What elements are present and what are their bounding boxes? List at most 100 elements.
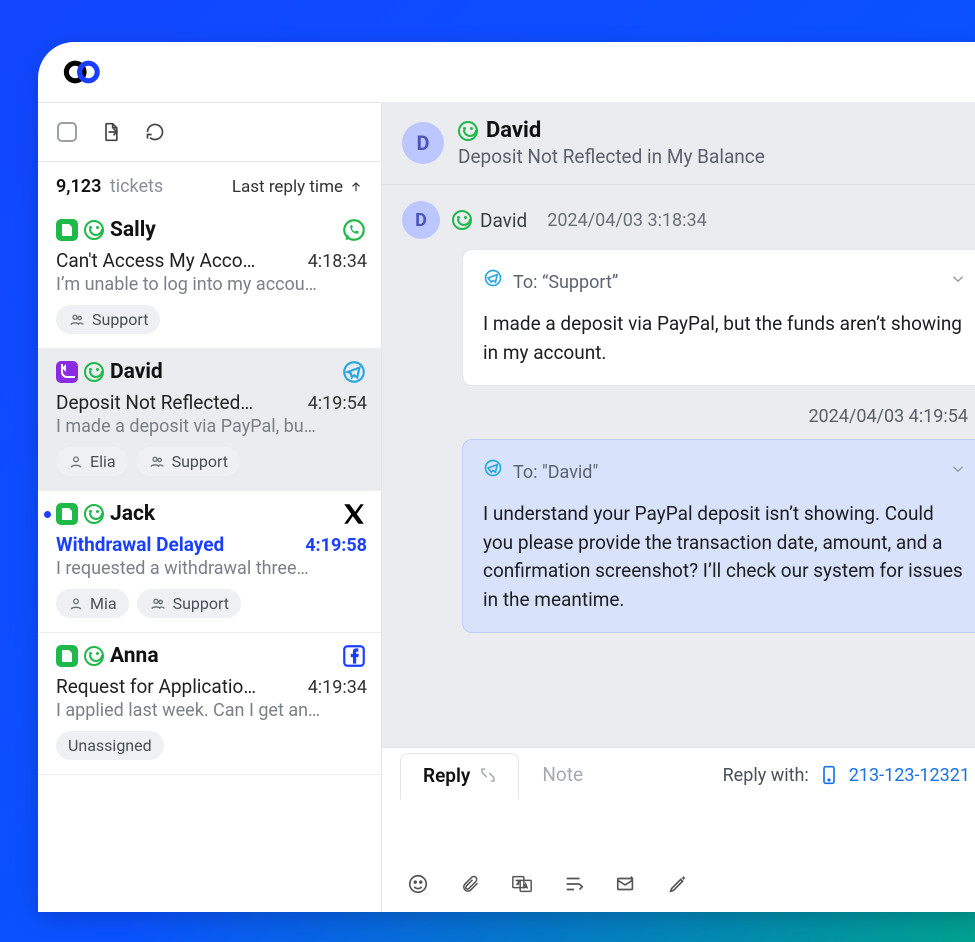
ticket-subject: Deposit Not Reflected… (56, 391, 298, 414)
whatsapp-icon (341, 217, 367, 243)
sort-control[interactable]: Last reply time (232, 177, 363, 197)
chip-label: Support (173, 594, 229, 613)
mood-icon (84, 504, 104, 524)
ticket-name: Sally (110, 218, 156, 242)
assignee-chip[interactable]: Unassigned (56, 731, 164, 760)
chevron-down-icon[interactable] (949, 269, 967, 296)
ticket-name: David (110, 360, 163, 384)
export-icon[interactable] (100, 121, 122, 143)
ticket-name: Anna (110, 644, 159, 668)
ticket-count-label: tickets (110, 176, 163, 197)
topbar (38, 42, 975, 102)
conversation-subject: Deposit Not Reflected in My Balance (458, 145, 765, 168)
composer-toolbar (382, 856, 975, 912)
doc-badge-icon (56, 645, 78, 667)
ticket-subject: Can't Access My Acco… (56, 249, 298, 272)
ticket-subject: Request for Applicatio… (56, 675, 298, 698)
translate-icon[interactable] (510, 872, 534, 896)
ticket-item[interactable]: David Deposit Not Reflected… 4:19:54I made… (38, 349, 381, 491)
facebook-icon (341, 643, 367, 669)
assignee-chip[interactable]: Support (137, 589, 241, 618)
ticket-preview: I made a deposit via PayPal, bu… (56, 416, 367, 437)
x-icon (341, 501, 367, 527)
reply-badge-icon (56, 361, 78, 383)
reply-bubble: To: "David" I understand your PayPal dep… (462, 439, 975, 633)
assignee-chip[interactable]: Elia (56, 447, 128, 476)
mood-icon (84, 362, 104, 382)
logo-icon (62, 57, 106, 87)
ticket-item[interactable]: Anna Request for Applicatio… 4:19:34I appl… (38, 633, 381, 775)
expand-icon[interactable] (480, 767, 496, 783)
message-timestamp: 2024/04/03 4:19:54 (402, 406, 968, 427)
attach-icon[interactable] (458, 872, 482, 896)
telegram-icon (483, 268, 503, 296)
phone-icon (819, 765, 839, 785)
message-from: David (480, 209, 527, 232)
contact-name: David (486, 118, 541, 143)
mood-icon (458, 121, 478, 141)
mood-icon (84, 220, 104, 240)
to-line[interactable]: To: "David" (483, 458, 967, 486)
emoji-icon[interactable] (406, 872, 430, 896)
ticket-time: 4:19:34 (308, 677, 367, 698)
ai-write-icon[interactable] (666, 872, 690, 896)
doc-badge-icon (56, 219, 78, 241)
message-body: I made a deposit via PayPal, but the fun… (483, 310, 967, 367)
message-bubble: To: “Support” I made a deposit via PayPa… (462, 249, 975, 386)
ticket-time: 4:19:54 (308, 393, 367, 414)
unread-dot (44, 511, 51, 518)
sidebar-header: 9,123 tickets Last reply time (38, 162, 381, 207)
tab-reply[interactable]: Reply (400, 753, 519, 800)
ticket-preview: I’m unable to log into my accou… (56, 274, 367, 295)
ticket-item[interactable]: Sally Can't Access My Acco… 4:18:34I’m una… (38, 207, 381, 349)
avatar: D (402, 122, 444, 164)
arrow-up-icon (349, 180, 363, 194)
to-line[interactable]: To: “Support” (483, 268, 967, 296)
select-all-checkbox[interactable] (56, 121, 78, 143)
assignee-chip[interactable]: Support (136, 447, 240, 476)
chip-label: Unassigned (68, 736, 152, 755)
ticket-list: Sally Can't Access My Acco… 4:18:34I’m una… (38, 207, 381, 912)
tab-note-label: Note (542, 763, 583, 786)
reply-with-number: 213-123-12321 (849, 765, 970, 786)
assignee-chip[interactable]: Support (56, 305, 160, 334)
to-text: To: “Support” (513, 269, 618, 296)
sort-label: Last reply time (232, 177, 343, 197)
sidebar-toolbar (38, 102, 381, 162)
ticket-preview: I applied last week. Can I get an… (56, 700, 367, 721)
app-window: 9,123 tickets Last reply time Sally Can't… (38, 42, 975, 912)
reply-with[interactable]: Reply with: 213-123-12321 (723, 765, 970, 786)
telegram-icon (483, 458, 503, 486)
ticket-name: Jack (110, 502, 155, 526)
mood-icon (452, 210, 472, 230)
tab-note[interactable]: Note (519, 752, 606, 799)
composer-tabs: Reply Note Reply with: 213-123-12321 (382, 748, 975, 802)
chip-label: Mia (90, 594, 117, 613)
template-icon[interactable] (562, 872, 586, 896)
composer: Reply Note Reply with: 213-123-12321 (382, 747, 975, 912)
ticket-count: 9,123 (56, 176, 101, 197)
chevron-down-icon[interactable] (949, 459, 967, 486)
assignee-chip[interactable]: Mia (56, 589, 129, 618)
conversation-header: D David Deposit Not Reflected in My Bala… (382, 102, 975, 185)
doc-badge-icon (56, 503, 78, 525)
ticket-time: 4:18:34 (308, 251, 367, 272)
message-timestamp: 2024/04/03 3:18:34 (547, 210, 707, 231)
ticket-subject: Withdrawal Delayed (56, 533, 295, 556)
chip-label: Support (92, 310, 148, 329)
chip-label: Elia (90, 452, 116, 471)
refresh-icon[interactable] (144, 121, 166, 143)
ticket-item[interactable]: JackWithdrawal Delayed4:19:58I requested… (38, 491, 381, 633)
message-meta: D David 2024/04/03 3:18:34 (402, 201, 975, 239)
ai-mail-icon[interactable] (614, 872, 638, 896)
message-thread: D David 2024/04/03 3:18:34 To: “Support” I … (382, 185, 975, 747)
telegram-icon (341, 359, 367, 385)
ticket-time: 4:19:58 (305, 535, 367, 556)
message-body: I understand your PayPal deposit isn’t s… (483, 500, 967, 614)
chip-label: Support (172, 452, 228, 471)
reply-with-label: Reply with: (723, 765, 809, 786)
tab-reply-label: Reply (423, 764, 470, 787)
mood-icon (84, 646, 104, 666)
conversation-pane: D David Deposit Not Reflected in My Bala… (382, 102, 975, 912)
avatar: D (402, 201, 440, 239)
